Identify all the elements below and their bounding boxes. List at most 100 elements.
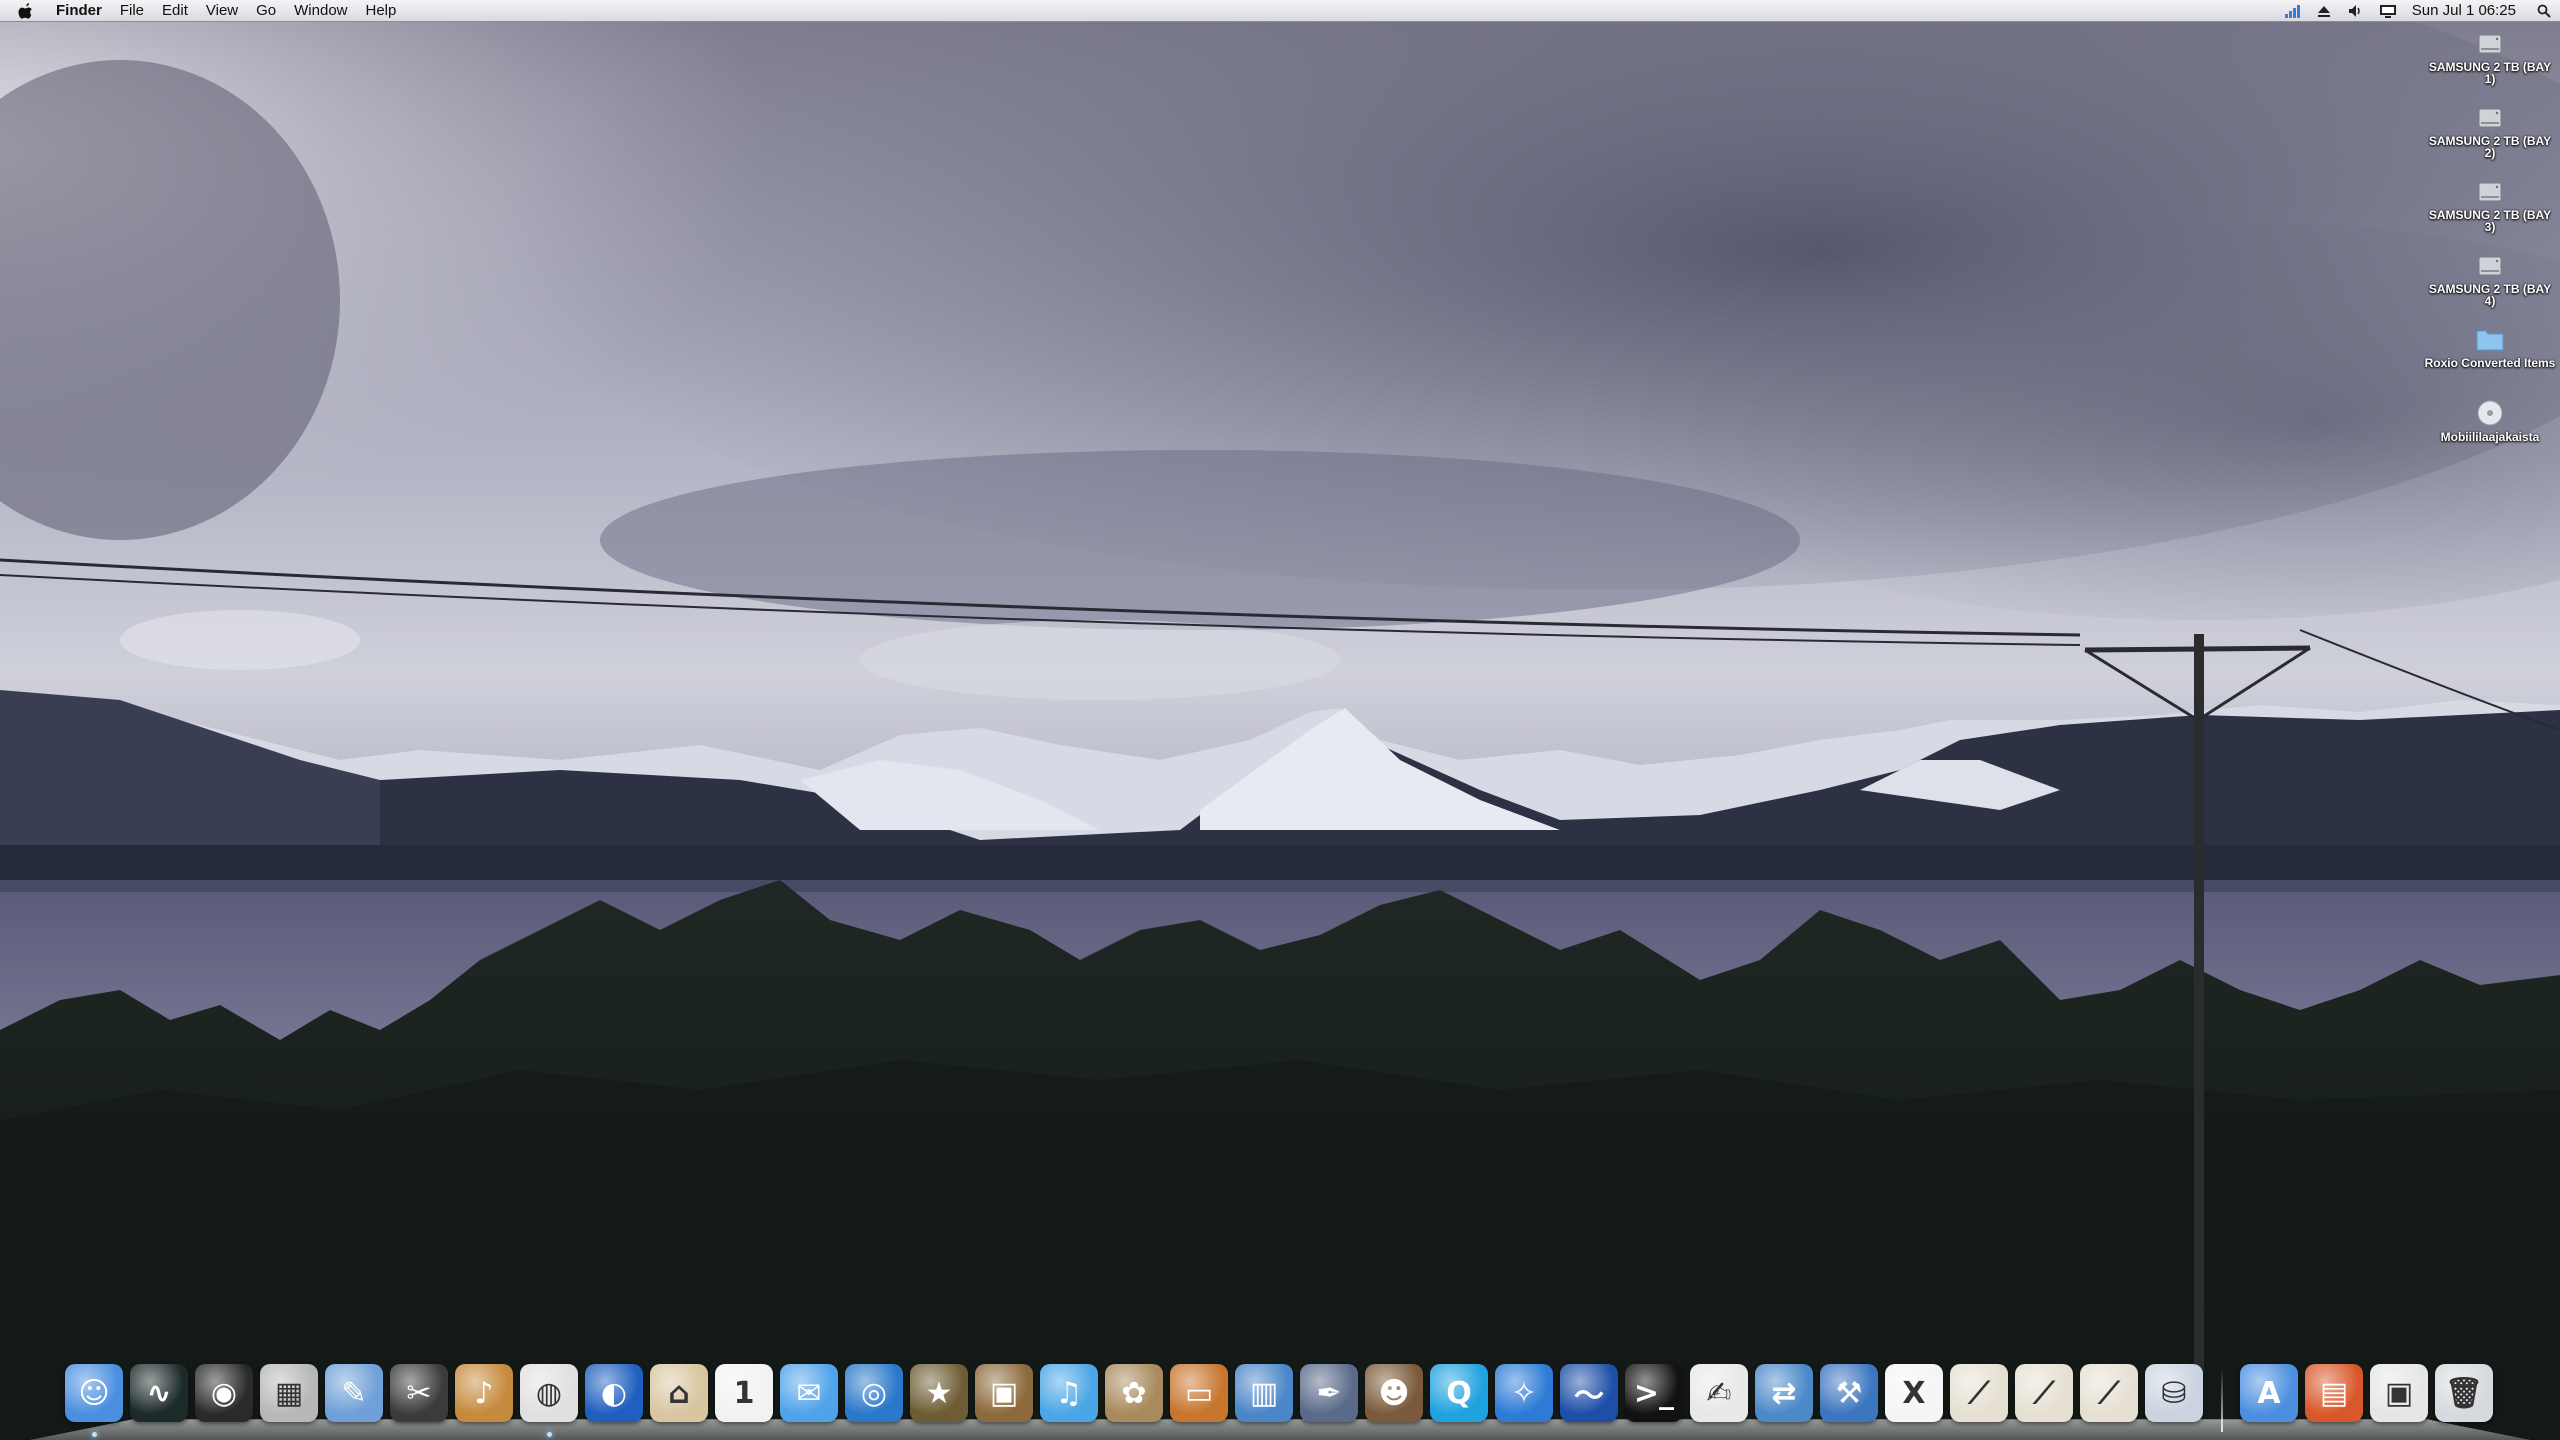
dock-item-quicktime[interactable]: Q — [1430, 1364, 1488, 1422]
ical-icon: 1 — [715, 1364, 773, 1422]
dock-separator — [2221, 1368, 2223, 1432]
dock-item-final-cut-pro[interactable]: ✂ — [390, 1364, 448, 1422]
dock-glyph: ◐ — [600, 1375, 628, 1411]
dock-item-keynote[interactable]: ▭ — [1170, 1364, 1228, 1422]
dock-glyph: ⇄ — [1771, 1375, 1797, 1411]
dock-glyph: ◎ — [860, 1375, 888, 1411]
dock-glyph: X — [1902, 1375, 1926, 1411]
numbers-icon: ▥ — [1235, 1364, 1293, 1422]
dock-item-disk-utility[interactable]: ⛁ — [2145, 1364, 2203, 1422]
dock-glyph: ▦ — [274, 1375, 304, 1411]
finder-icon: ☺ — [65, 1364, 123, 1422]
x11-icon: X — [1885, 1364, 1943, 1422]
instruments-1-icon: ⟋ — [1950, 1364, 2008, 1422]
eject-icon[interactable] — [2315, 2, 2333, 20]
dock-item-instruments-3[interactable]: ⟋ — [2080, 1364, 2138, 1422]
dock-item-preview-scanner[interactable]: ✎ — [325, 1364, 383, 1422]
dock-glyph: ▣ — [2384, 1375, 2414, 1411]
display-icon[interactable] — [2379, 2, 2397, 20]
menu-app-name[interactable]: Finder — [50, 0, 111, 22]
photo-booth-icon: ☻ — [1365, 1364, 1423, 1422]
dock-glyph: ☺ — [78, 1375, 110, 1411]
dock-item-aperture[interactable]: ◉ — [195, 1364, 253, 1422]
menu-bar: Finder File Edit View Go Window Help Sun… — [0, 0, 2560, 22]
dock-glyph: ▥ — [1249, 1375, 1279, 1411]
dock-item-google-earth[interactable]: ◐ — [585, 1364, 643, 1422]
menu-go[interactable]: Go — [247, 0, 285, 22]
quicktime-icon: Q — [1430, 1364, 1488, 1422]
menu-help[interactable]: Help — [357, 0, 406, 22]
desktop-wallpaper — [0, 0, 2560, 1440]
dock-item-dvd-player[interactable]: ◎ — [845, 1364, 903, 1422]
dock-item-xcode[interactable]: ⚒ — [1820, 1364, 1878, 1422]
dock-item-downloads-stack[interactable]: ▣ — [2370, 1364, 2428, 1422]
desktop-icon-mobiililaajakaista[interactable]: Mobiililaajakaista — [2420, 398, 2560, 472]
wallpaper-landscape — [0, 0, 2560, 1440]
dock-item-google-chrome[interactable]: ◍ — [520, 1364, 578, 1437]
dock-item-photo-booth[interactable]: ☻ — [1365, 1364, 1423, 1422]
dvd-player-icon: ◎ — [845, 1364, 903, 1422]
hard-drive-icon — [2475, 28, 2505, 58]
desktop-icon-roxio-folder[interactable]: Roxio Converted Items — [2420, 324, 2560, 398]
desktop-icon-bay-2[interactable]: SAMSUNG 2 TB (BAY 2) — [2420, 102, 2560, 176]
dock-item-numbers[interactable]: ▥ — [1235, 1364, 1293, 1422]
dock-item-iphoto-home[interactable]: ⌂ — [650, 1364, 708, 1422]
dock-glyph: ⛁ — [2161, 1375, 2187, 1411]
dock-glyph: ✧ — [1511, 1375, 1537, 1411]
dock-item-calculator[interactable]: ▦ — [260, 1364, 318, 1422]
dock-item-iphoto[interactable]: ▣ — [975, 1364, 1033, 1422]
menu-clock[interactable]: Sun Jul 1 06:25 — [2404, 2, 2528, 19]
desktop-icon-label: SAMSUNG 2 TB (BAY 4) — [2428, 282, 2552, 308]
dock-item-safari[interactable]: ✧ — [1495, 1364, 1553, 1422]
dock-item-garageband[interactable]: ♪ — [455, 1364, 513, 1422]
dock-item-finder[interactable]: ☺ — [65, 1364, 123, 1437]
volume-icon[interactable] — [2347, 2, 2365, 20]
dock-glyph: ⟋ — [2033, 1375, 2055, 1411]
menu-file[interactable]: File — [111, 0, 153, 22]
hard-drive-icon — [2475, 176, 2505, 206]
dock-item-instruments-2[interactable]: ⟋ — [2015, 1364, 2073, 1422]
pixelmator-icon: ✒ — [1300, 1364, 1358, 1422]
menu-window[interactable]: Window — [285, 0, 356, 22]
dock-item-x11[interactable]: X — [1885, 1364, 1943, 1422]
dock-item-activity-monitor[interactable]: ∿ — [130, 1364, 188, 1422]
dock-item-itunes[interactable]: ♫ — [1040, 1364, 1098, 1422]
dock-item-textedit[interactable]: ✍ — [1690, 1364, 1748, 1422]
apple-menu-icon[interactable] — [18, 2, 36, 20]
wifi-icon[interactable] — [2283, 2, 2301, 20]
desktop-icon-bay-3[interactable]: SAMSUNG 2 TB (BAY 3) — [2420, 176, 2560, 250]
dock-item-ical[interactable]: 1 — [715, 1364, 773, 1422]
dock-item-seashore[interactable]: 〜 — [1560, 1364, 1618, 1422]
dock-item-applications-stack[interactable]: A — [2240, 1364, 2298, 1422]
desktop-icon-bay-4[interactable]: SAMSUNG 2 TB (BAY 4) — [2420, 250, 2560, 324]
calculator-icon: ▦ — [260, 1364, 318, 1422]
aperture-icon: ◉ — [195, 1364, 253, 1422]
dock-item-documents-stack[interactable]: ▤ — [2305, 1364, 2363, 1422]
running-indicator — [547, 1432, 552, 1437]
disk-utility-icon: ⛁ — [2145, 1364, 2203, 1422]
dock-item-instruments-1[interactable]: ⟋ — [1950, 1364, 2008, 1422]
dock-glyph: Q — [1446, 1375, 1472, 1411]
dock-glyph: 1 — [733, 1375, 755, 1411]
migration-assistant-icon: ⇄ — [1755, 1364, 1813, 1422]
dock-item-terminal[interactable]: >_ — [1625, 1364, 1683, 1422]
ichat-icon: ✉ — [780, 1364, 838, 1422]
dock-item-pixelmator[interactable]: ✒ — [1300, 1364, 1358, 1422]
menu-edit[interactable]: Edit — [153, 0, 197, 22]
textedit-icon: ✍ — [1690, 1364, 1748, 1422]
downloads-stack-icon: ▣ — [2370, 1364, 2428, 1422]
dock-glyph: ▭ — [1184, 1375, 1214, 1411]
dock-item-ichat[interactable]: ✉ — [780, 1364, 838, 1422]
dock-glyph: 〜 — [1574, 1379, 1604, 1414]
dock-item-trash[interactable]: 🗑 — [2435, 1364, 2493, 1422]
spotlight-icon[interactable] — [2535, 2, 2553, 20]
dock-glyph: A — [2257, 1375, 2281, 1411]
dock-item-imovie[interactable]: ★ — [910, 1364, 968, 1422]
desktop-icon-bay-1[interactable]: SAMSUNG 2 TB (BAY 1) — [2420, 28, 2560, 102]
dock-item-iweb[interactable]: ✿ — [1105, 1364, 1163, 1422]
menu-view[interactable]: View — [197, 0, 247, 22]
dock-glyph: >_ — [1633, 1375, 1675, 1411]
imovie-icon: ★ — [910, 1364, 968, 1422]
dock-item-migration-assistant[interactable]: ⇄ — [1755, 1364, 1813, 1422]
dock-glyph: ♪ — [474, 1375, 494, 1411]
